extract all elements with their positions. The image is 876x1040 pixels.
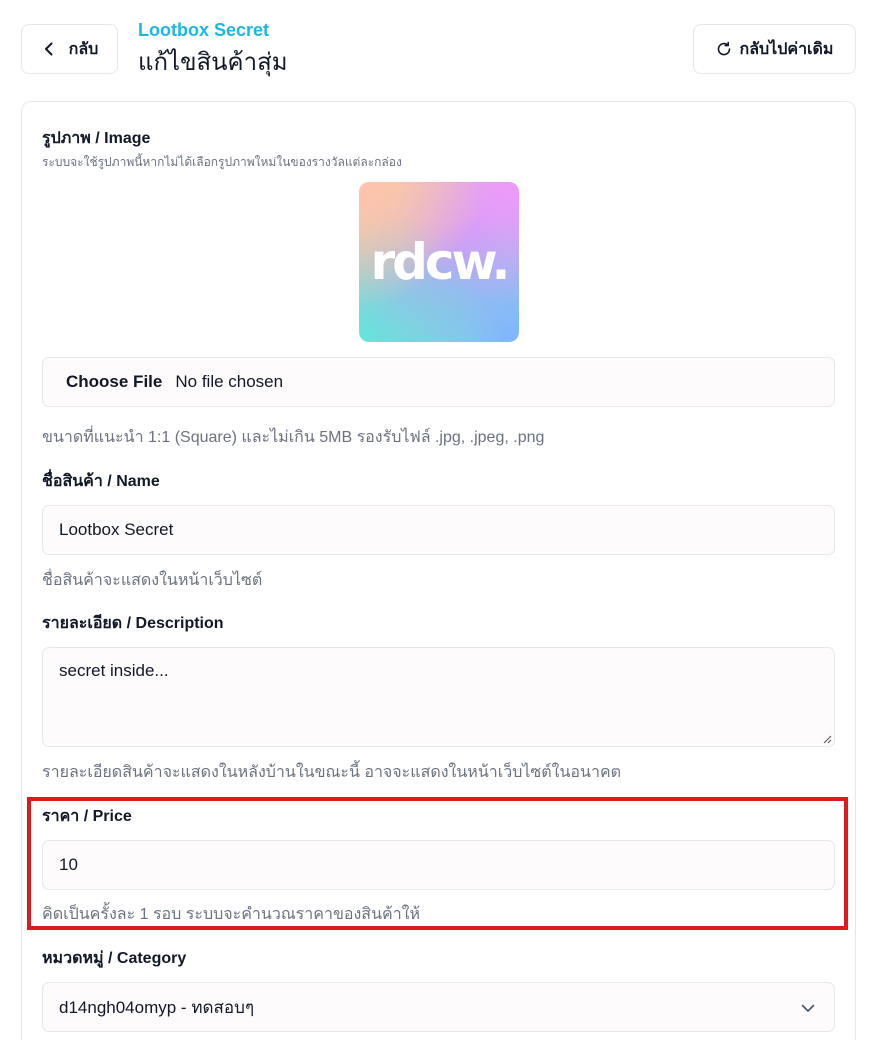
resize-grip-icon[interactable]: [822, 734, 832, 744]
file-input[interactable]: Choose File No file chosen: [42, 357, 835, 407]
price-label: ราคา / Price: [42, 808, 132, 825]
description-label: รายละเอียด / Description: [42, 615, 224, 632]
chevron-down-icon: [801, 1004, 815, 1012]
file-status: No file chosen: [175, 372, 284, 391]
name-input-value: Lootbox Secret: [59, 520, 174, 539]
back-button-label: กลับ: [68, 40, 99, 58]
category-label: หมวดหมู่ / Category: [42, 950, 187, 967]
reset-button-label: กลับไปค่าเดิม: [739, 40, 834, 58]
price-input[interactable]: 10: [42, 840, 835, 890]
category-selected-value: d14ngh04omyp - ทดสอบๆ: [59, 997, 255, 1017]
preview-logo: rdcw.: [370, 233, 510, 291]
page-subtitle: Lootbox Secret: [138, 20, 270, 40]
name-hint: ชื่อสินค้าจะแสดงในหน้าเว็บไซต์: [42, 572, 263, 589]
description-textarea[interactable]: secret inside...: [42, 647, 835, 747]
page-title: แก้ไขสินค้าสุ่ม: [138, 49, 288, 76]
image-hint: ระบบจะใช้รูปภาพนี้หากไม่ได้เลือกรูปภาพให…: [42, 155, 402, 169]
chevron-left-icon: [44, 42, 53, 56]
price-input-value: 10: [59, 855, 78, 874]
price-hint: คิดเป็นครั้งละ 1 รอบ ระบบจะคำนวณราคาของส…: [42, 906, 421, 923]
back-button[interactable]: กลับ: [21, 24, 118, 74]
image-size-hint: ขนาดที่แนะนำ 1:1 (Square) และไม่เกิน 5MB…: [42, 429, 545, 446]
name-label: ชื่อสินค้า / Name: [42, 473, 160, 490]
choose-file-button[interactable]: Choose File: [66, 372, 162, 392]
image-label: รูปภาพ / Image: [42, 130, 151, 147]
reset-button[interactable]: กลับไปค่าเดิม: [693, 24, 856, 74]
image-preview: rdcw.: [359, 182, 519, 342]
refresh-icon: [717, 41, 730, 56]
description-hint: รายละเอียดสินค้าจะแสดงในหลังบ้านในขณะนี้…: [42, 764, 622, 781]
name-input[interactable]: Lootbox Secret: [42, 505, 835, 555]
description-value: secret inside...: [59, 661, 169, 680]
page-header: Lootbox Secret แก้ไขสินค้าสุ่ม: [138, 18, 288, 83]
category-select[interactable]: d14ngh04omyp - ทดสอบๆ: [42, 982, 835, 1032]
